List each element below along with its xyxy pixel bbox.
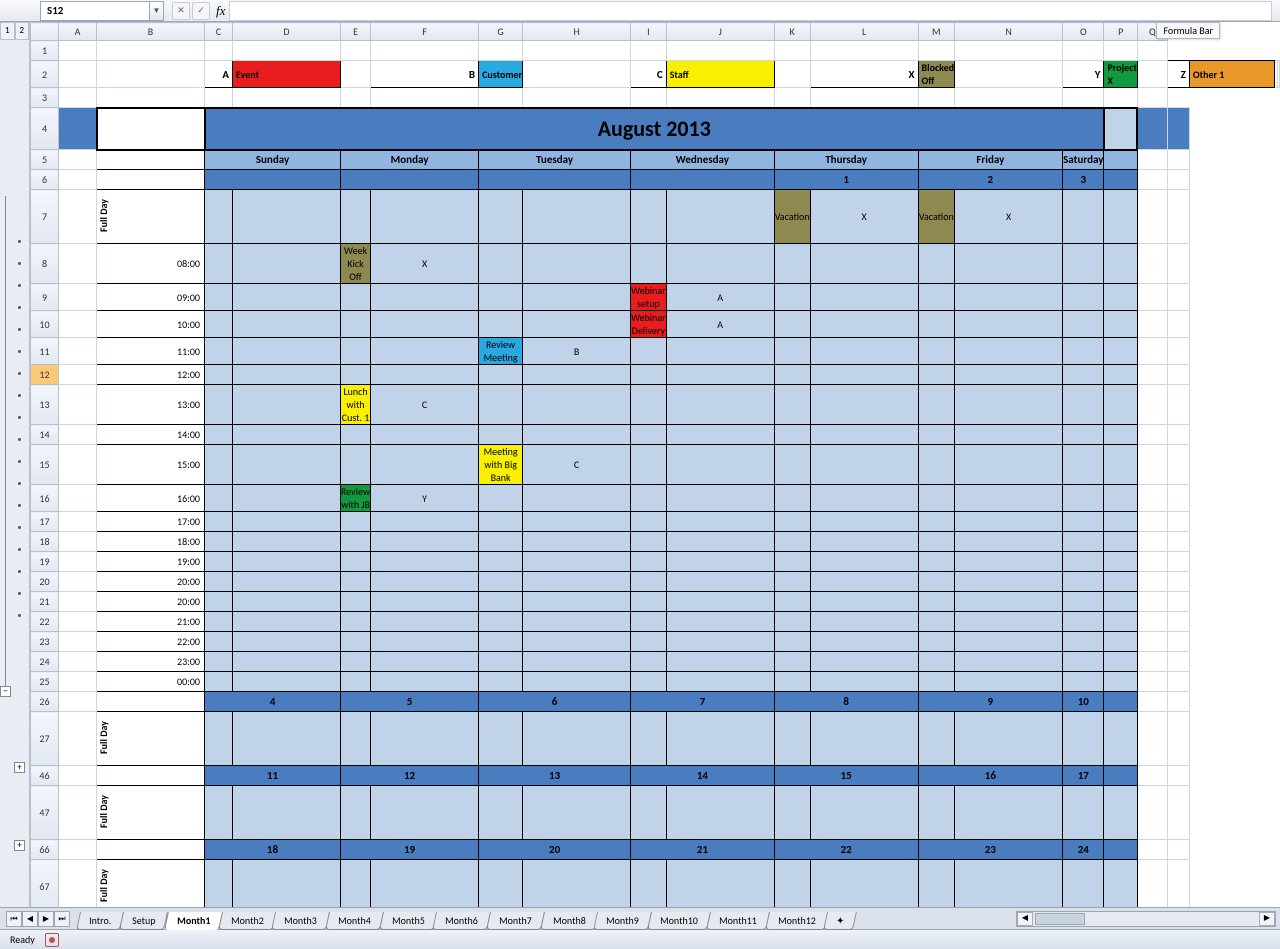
sheet-tab-month4[interactable]: Month4 [325, 912, 383, 930]
col-header[interactable]: L [810, 23, 918, 41]
row-header[interactable]: 12 [31, 365, 59, 385]
sheet-tab-month12[interactable]: Month12 [765, 912, 829, 930]
sheet-tab-month2[interactable]: Month2 [218, 912, 276, 930]
sheet-tab-month11[interactable]: Month11 [706, 912, 770, 930]
row-header[interactable]: 46 [31, 766, 59, 786]
outline-level-2[interactable]: 2 [15, 22, 30, 40]
col-header[interactable]: M [918, 23, 955, 41]
row-header[interactable]: 27 [31, 712, 59, 766]
col-header[interactable]: E [341, 23, 371, 41]
outline-expand-2[interactable]: + [14, 840, 25, 851]
row-header[interactable]: 15 [31, 445, 59, 485]
tab-nav-first[interactable]: ⏮ [6, 911, 22, 927]
col-header[interactable]: K [774, 23, 810, 41]
row-header[interactable]: 8 [31, 244, 59, 284]
row-header[interactable]: 3 [31, 88, 59, 108]
col-header[interactable]: J [666, 23, 774, 41]
cancel-formula-icon[interactable]: ✕ [172, 2, 190, 20]
scroll-left-icon[interactable]: ◀ [1017, 912, 1033, 926]
sheet-tab-setup[interactable]: Setup [119, 912, 168, 930]
outline-pane[interactable]: 1 2 [0, 22, 30, 907]
name-box-dropdown[interactable]: ▼ [150, 1, 164, 21]
row-header[interactable]: 6 [31, 170, 59, 190]
formula-input[interactable] [229, 1, 1272, 21]
sheet-tab-month8[interactable]: Month8 [540, 912, 598, 930]
horizontal-scrollbar[interactable]: ◀ ▶ [1016, 911, 1276, 927]
row-header[interactable]: 5 [31, 150, 59, 170]
sheet-tab-month5[interactable]: Month5 [379, 912, 437, 930]
macro-record-icon[interactable] [45, 933, 59, 947]
sheet-tab-month7[interactable]: Month7 [486, 912, 544, 930]
outline-expand-1[interactable]: + [14, 762, 25, 773]
col-header[interactable]: D [233, 23, 341, 41]
col-header[interactable]: B [97, 23, 205, 41]
formula-bar-row: S12 ▼ ✕ ✓ fx [0, 0, 1280, 22]
enter-formula-icon[interactable]: ✓ [192, 2, 210, 20]
row-header[interactable]: 47 [31, 786, 59, 840]
row-header[interactable]: 21 [31, 592, 59, 612]
row-header[interactable]: 4 [31, 108, 59, 150]
col-header[interactable]: F [371, 23, 479, 41]
status-text: Ready [10, 933, 35, 946]
col-header[interactable]: C [205, 23, 233, 41]
scroll-right-icon[interactable]: ▶ [1259, 912, 1275, 926]
status-bar: Ready [0, 929, 1280, 949]
tab-nav-next[interactable]: ▶ [38, 911, 54, 927]
sheet-tab-month10[interactable]: Month10 [647, 912, 711, 930]
scroll-thumb[interactable] [1035, 913, 1085, 925]
col-header[interactable]: A [59, 23, 97, 41]
row-header[interactable]: 18 [31, 532, 59, 552]
row-header[interactable]: 24 [31, 652, 59, 672]
select-all-cell[interactable] [31, 23, 59, 41]
row-header[interactable]: 1 [31, 41, 59, 61]
row-header[interactable]: 14 [31, 425, 59, 445]
tab-nav-prev[interactable]: ◀ [22, 911, 38, 927]
sheet-tab-month9[interactable]: Month9 [594, 912, 652, 930]
tab-nav-last[interactable]: ⏭ [54, 911, 70, 927]
row-header[interactable]: 19 [31, 552, 59, 572]
col-header[interactable]: H [523, 23, 631, 41]
row-header[interactable]: 2 [31, 61, 59, 88]
row-header[interactable]: 67 [31, 860, 59, 908]
outline-level-1[interactable]: 1 [0, 22, 15, 40]
sheet-tab-month6[interactable]: Month6 [433, 912, 491, 930]
sheet-tab-bar: ⏮ ◀ ▶ ⏭ Intro.SetupMonth1Month2Month3Mon… [0, 907, 1280, 929]
row-header[interactable]: 23 [31, 632, 59, 652]
row-header[interactable]: 17 [31, 512, 59, 532]
name-box[interactable]: S12 [40, 1, 150, 21]
calendar-title: August 2013 [205, 108, 1104, 150]
col-header[interactable]: P [1104, 23, 1137, 41]
col-header[interactable]: O [1063, 23, 1104, 41]
row-header[interactable]: 66 [31, 840, 59, 860]
col-header[interactable]: N [955, 23, 1063, 41]
row-header[interactable]: 26 [31, 692, 59, 712]
row-header[interactable]: 7 [31, 190, 59, 244]
col-header[interactable]: I [631, 23, 667, 41]
row-header[interactable]: 22 [31, 612, 59, 632]
col-header[interactable]: G [479, 23, 523, 41]
row-header[interactable]: 11 [31, 338, 59, 365]
outline-collapse-1[interactable]: − [0, 686, 11, 697]
new-sheet-icon[interactable]: ✦ [823, 912, 857, 930]
row-header[interactable]: 25 [31, 672, 59, 692]
row-header[interactable]: 10 [31, 311, 59, 338]
fx-icon[interactable]: fx [216, 3, 225, 19]
sheet-tab-intro.[interactable]: Intro. [76, 912, 124, 930]
row-header[interactable]: 16 [31, 485, 59, 512]
sheet-tab-month1[interactable]: Month1 [164, 912, 223, 930]
formula-bar-tooltip: Formula Bar [1156, 22, 1220, 39]
sheet-tab-month3[interactable]: Month3 [272, 912, 330, 930]
row-header[interactable]: 13 [31, 385, 59, 425]
spreadsheet-grid[interactable]: ABCDEFGHIJKLMNOPQ12AEventBCustomerCStaff… [30, 22, 1280, 907]
row-header[interactable]: 9 [31, 284, 59, 311]
row-header[interactable]: 20 [31, 572, 59, 592]
